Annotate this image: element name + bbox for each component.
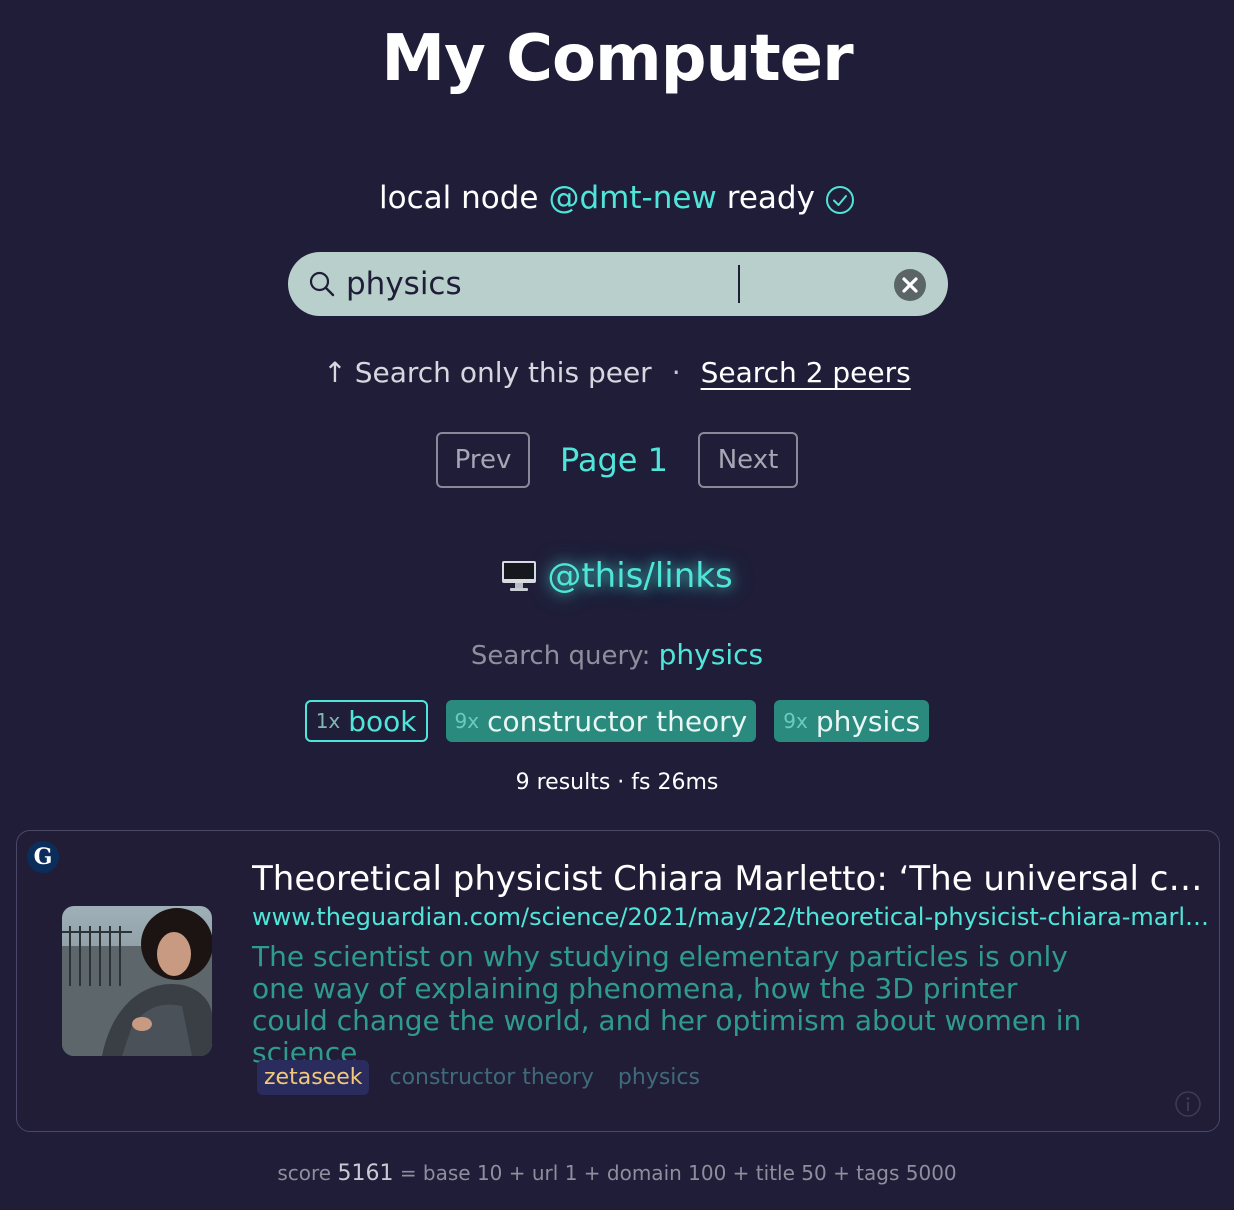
result-card: G Theoretical physicist Chiara Marletto:…: [16, 830, 1220, 1132]
clear-icon[interactable]: [893, 268, 927, 302]
app-title: My Computer: [381, 22, 853, 96]
page: My Computer local node @dmt-new ready ↑ …: [0, 0, 1234, 1210]
search-query-line: Search query: physics: [0, 638, 1234, 671]
search-input[interactable]: [346, 260, 866, 308]
tag-count: 1x: [315, 709, 341, 733]
pagination: Prev Page 1 Next: [0, 432, 1234, 488]
score-detail: = base 10 + url 1 + domain 100 + title 5…: [399, 1161, 957, 1185]
tag-count: 9x: [783, 709, 808, 733]
guardian-favicon-icon: G: [27, 841, 59, 873]
node-status: local node @dmt-new ready: [0, 180, 1234, 216]
tag-filters: 1x book 9x constructor theory 9x physics: [0, 700, 1234, 742]
status-prefix: local node: [379, 180, 539, 216]
next-button[interactable]: Next: [698, 432, 798, 488]
prev-button[interactable]: Prev: [436, 432, 530, 488]
arrow-up-icon: ↑: [323, 356, 347, 389]
peer-scope: ↑ Search only this peer · Search 2 peers: [0, 356, 1234, 389]
check-circle-icon: [825, 186, 854, 214]
result-source: @this/links: [0, 556, 1234, 596]
search-icon: [309, 271, 335, 297]
info-icon[interactable]: [1175, 1091, 1201, 1117]
score-label: score: [277, 1161, 332, 1185]
result-url[interactable]: www.theguardian.com/science/2021/may/22/…: [252, 903, 1218, 931]
tag-label: constructor theory: [487, 704, 748, 738]
score-breakdown: score 5161 = base 10 + url 1 + domain 10…: [0, 1161, 1234, 1186]
tag-filter-book[interactable]: 1x book: [304, 700, 428, 742]
search-bar[interactable]: [288, 252, 948, 316]
tag-zetaseek[interactable]: zetaseek: [257, 1060, 370, 1095]
results-summary: 9 results · fs 26ms: [515, 770, 719, 795]
score-total: 5161: [337, 1161, 394, 1186]
tag-label: book: [348, 704, 417, 738]
page-indicator: Page 1: [560, 441, 668, 479]
result-tags: zetaseek constructor theory physics: [257, 1060, 704, 1095]
status-suffix: ready: [726, 180, 815, 216]
tag-filter-physics[interactable]: 9x physics: [774, 700, 930, 742]
search-all-peers-link[interactable]: Search 2 peers: [701, 356, 911, 389]
node-name: @dmt-new: [548, 180, 717, 216]
result-thumbnail[interactable]: [62, 906, 212, 1056]
tag-count: 9x: [454, 709, 480, 733]
result-description: The scientist on why studying elementary…: [252, 940, 1082, 1069]
search-this-peer-link[interactable]: Search only this peer: [355, 356, 652, 389]
text-cursor: [738, 265, 740, 303]
result-title[interactable]: Theoretical physicist Chiara Marletto: ‘…: [252, 859, 1218, 899]
query-value: physics: [658, 638, 764, 671]
tag-constructor-theory[interactable]: constructor theory: [385, 1065, 597, 1090]
monitor-icon: [502, 561, 537, 591]
separator: ·: [671, 356, 681, 389]
source-name[interactable]: @this/links: [547, 556, 732, 596]
tag-physics[interactable]: physics: [614, 1065, 704, 1090]
query-label: Search query:: [470, 641, 651, 671]
tag-label: physics: [815, 704, 921, 738]
tag-filter-constructor-theory[interactable]: 9x constructor theory: [445, 700, 757, 742]
